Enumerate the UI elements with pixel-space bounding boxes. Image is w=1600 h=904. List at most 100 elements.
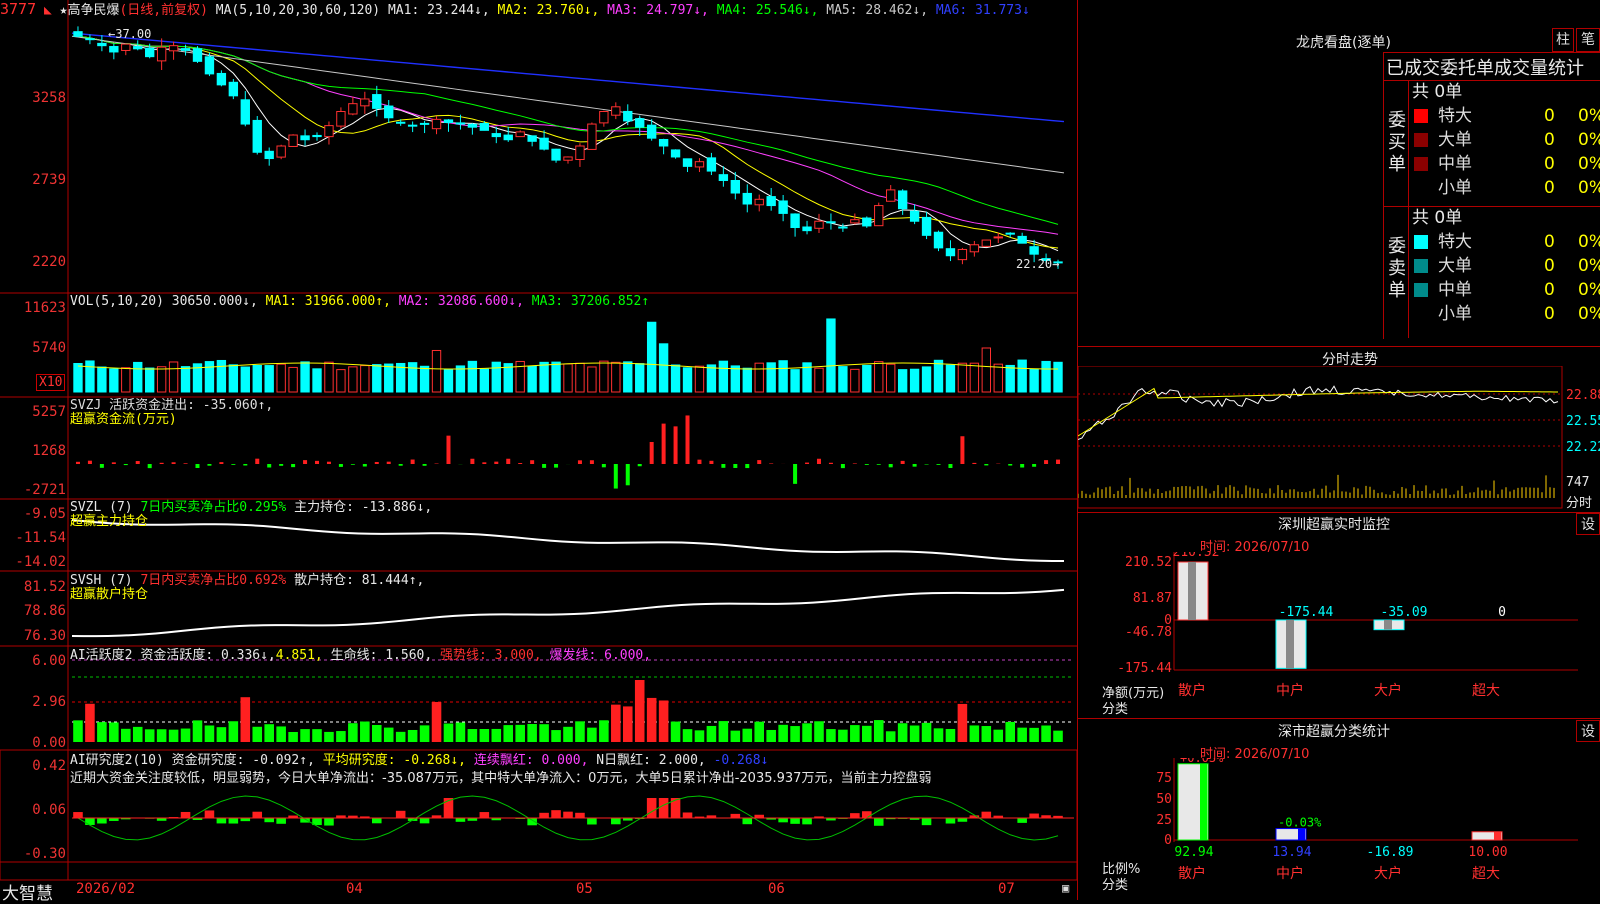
svzj-bar xyxy=(865,464,869,465)
svzj-bar xyxy=(530,460,534,464)
class-stats-chart[interactable]: 7550250+0.03%92.94散户-0.03%13.94中户-16.89大… xyxy=(1078,758,1600,900)
ai-activity-bar xyxy=(85,704,95,742)
svzj-bar xyxy=(1032,464,1036,467)
candle xyxy=(492,134,500,137)
class-settings-button[interactable]: 设 xyxy=(1576,720,1600,742)
ai2-y-tick: 0.06 xyxy=(2,802,66,818)
ai1-y-tick: 0.00 xyxy=(2,735,66,751)
svzj-bar xyxy=(267,464,271,467)
candle xyxy=(265,151,273,158)
ai-research-bar xyxy=(802,818,812,824)
buy-row-percent: 0% xyxy=(1578,176,1600,200)
volume-bar xyxy=(898,370,906,392)
ai-research-bar xyxy=(731,814,741,818)
ai-research-bar xyxy=(217,818,227,823)
candle xyxy=(396,122,404,123)
svzj-bar xyxy=(626,464,630,485)
ai-activity-bar xyxy=(707,726,717,742)
ma6-value: MA6: 31.773↓ xyxy=(936,3,1030,18)
ai-activity-bar xyxy=(408,730,418,742)
candle xyxy=(946,249,954,256)
sz-value-label: 0 xyxy=(1498,605,1506,620)
svzl-ratio: 7日内买卖净占比0.295% xyxy=(140,500,286,515)
volume-bar xyxy=(779,361,787,392)
class-category-label: 中户 xyxy=(1276,865,1304,882)
ai-research-bar xyxy=(324,818,334,826)
ai-activity-bar xyxy=(754,722,764,742)
bar-mode-button[interactable]: 柱 xyxy=(1552,28,1574,52)
buy-row-count: 0 xyxy=(1544,104,1555,128)
vol-ma2: MA2: 32086.600↓, xyxy=(399,294,524,309)
ai-activity-bar xyxy=(683,729,693,742)
ma3-value: MA3: 24.797↓, xyxy=(607,3,709,18)
volume-bar xyxy=(970,363,978,392)
ai-research-bar xyxy=(181,812,191,818)
ai-activity-bar xyxy=(659,700,669,742)
volume-bar xyxy=(755,363,763,392)
ai-activity-bar xyxy=(599,720,609,742)
ai-research-bar xyxy=(205,810,215,818)
candle xyxy=(791,214,799,228)
candle xyxy=(994,237,1002,238)
sell-row-name: 小单 xyxy=(1438,302,1472,326)
ai-activity-bar xyxy=(252,727,262,742)
ai-research-bar xyxy=(539,813,549,818)
ai-activity-bar xyxy=(276,726,286,742)
ai-activity-bar xyxy=(993,730,1003,742)
ai-life-line: 生命线: 1.560, xyxy=(331,648,433,663)
lock-icon[interactable]: ▣ xyxy=(1062,881,1069,895)
volume-bar xyxy=(253,365,261,392)
svzj-y-tick: 5257 xyxy=(2,404,66,420)
candle xyxy=(851,220,859,223)
ai-activity-bar xyxy=(456,723,466,742)
ai-research-bar xyxy=(946,818,956,824)
candle xyxy=(767,197,775,206)
volume-bar xyxy=(480,369,488,392)
ai-consecutive-red: 连续飘红: 0.000, xyxy=(474,753,589,768)
svzj-bar xyxy=(697,460,701,464)
intraday-y-tick: 22.55 xyxy=(1566,414,1600,429)
candle xyxy=(468,124,476,127)
svzj-bar xyxy=(506,459,510,464)
volume-bar xyxy=(492,362,500,392)
price-y-tick: 2739 xyxy=(2,172,66,188)
class-bar-accent xyxy=(1298,829,1305,840)
svzj-y-tick: 1268 xyxy=(2,443,66,459)
ai1-y-tick: 2.96 xyxy=(2,694,66,710)
sz-settings-button[interactable]: 设 xyxy=(1576,513,1600,535)
candle xyxy=(982,240,990,246)
svzj-bar xyxy=(662,424,666,464)
svzj-bar xyxy=(482,462,486,464)
intraday-chart[interactable] xyxy=(1078,366,1600,511)
ai-activity-bar xyxy=(468,729,478,742)
sell-row-count: 0 xyxy=(1544,254,1555,278)
candle xyxy=(1006,233,1014,234)
ai-activity-bar xyxy=(563,727,573,742)
svzl-hold: 主力持仓: -13.886↓, xyxy=(294,500,432,515)
ai-research-header: AI研究度2(10) 资金研究度: -0.092↑, 平均研究度: -0.268… xyxy=(70,752,768,770)
tick-mode-button[interactable]: 笔 xyxy=(1576,28,1600,52)
volume-bar xyxy=(420,366,428,392)
ai-research-bar xyxy=(563,812,573,818)
candle xyxy=(898,191,906,209)
ai-activity-bar xyxy=(121,729,131,742)
intraday-avg-line xyxy=(1078,389,1558,437)
intraday-unit: 分时 xyxy=(1566,492,1592,511)
svsh-ratio: 7日内买卖净占比0.692% xyxy=(140,573,286,588)
ai-activity-bar xyxy=(372,725,382,742)
order-stats-tabs[interactable]: 已成交委托单成交量统计 xyxy=(1386,54,1584,80)
class-category-label: 超大 xyxy=(1472,866,1500,882)
svzj-bar xyxy=(363,464,367,467)
sz-y-tick: 81.87 xyxy=(1133,591,1172,606)
svzj-bar xyxy=(901,461,905,464)
candle xyxy=(1018,236,1026,243)
volume-bar xyxy=(695,366,703,392)
volume-bar xyxy=(552,362,560,392)
sz-y-tick: -175.44 xyxy=(1117,661,1172,676)
candle xyxy=(385,106,393,118)
candle xyxy=(576,146,584,160)
buy-row-name: 中单 xyxy=(1438,152,1472,176)
ai-activity-bar xyxy=(874,720,884,742)
volume-bar xyxy=(1018,360,1026,392)
ai-activity-bar xyxy=(288,732,298,742)
